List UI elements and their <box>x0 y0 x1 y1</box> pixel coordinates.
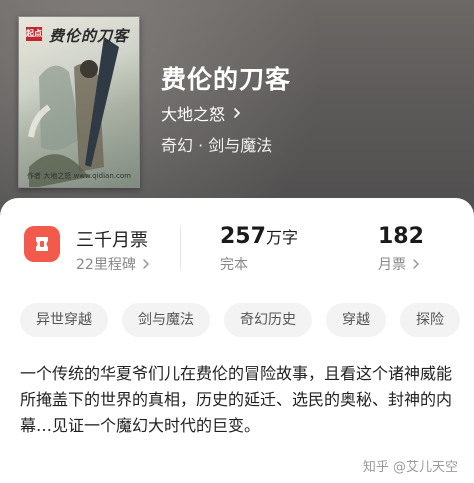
author-name: 大地之怒 <box>161 105 226 124</box>
cover-title: 费伦的刀客 <box>49 27 130 45</box>
book-header: 起点 费伦的刀客 作者 大地之怒 www.qidian.com 费伦的刀客 大地… <box>0 0 474 230</box>
chevron-right-icon <box>234 108 241 118</box>
chevron-right-icon <box>143 259 149 269</box>
book-status: 完本 <box>220 257 248 273</box>
tag-chip[interactable]: 剑与魔法 <box>122 303 210 337</box>
book-info-sheet: 三千月票 22里程碑 257万字 完本 182 月票 异世穿越 剑与魔法 奇幻历… <box>0 198 474 483</box>
chevron-right-icon <box>413 259 420 269</box>
monthly-votes-label: 三千月票 <box>76 230 148 251</box>
tag-chip[interactable]: 奇幻历史 <box>224 303 312 337</box>
author-link[interactable]: 大地之怒 <box>161 101 243 125</box>
book-title: 费伦的刀客 <box>161 65 292 94</box>
cover-seal: 起点 <box>26 27 42 41</box>
monthly-votes-count: 182 <box>378 224 424 249</box>
monthly-votes-sub: 月票 <box>378 257 406 273</box>
stats-divider <box>180 226 181 270</box>
stats-row: 三千月票 22里程碑 257万字 完本 182 月票 <box>0 222 474 282</box>
tag-chip[interactable]: 异世穿越 <box>20 303 108 337</box>
zhihu-watermark: 知乎 @艾儿天空 <box>362 460 458 475</box>
tag-chip[interactable]: 穿越 <box>326 303 386 337</box>
monthly-votes-link[interactable]: 月票 <box>378 254 422 274</box>
tag-chip[interactable]: 探险 <box>400 303 460 337</box>
milestone-label: 22里程碑 <box>76 257 136 273</box>
milestone-link[interactable]: 22里程碑 <box>76 254 152 274</box>
tag-list: 异世穿越 剑与魔法 奇幻历史 穿越 探险 <box>20 303 460 337</box>
word-count: 257万字 <box>220 224 298 249</box>
monthly-ticket-badge-icon <box>24 226 60 262</box>
book-cover[interactable]: 起点 费伦的刀客 作者 大地之怒 www.qidian.com <box>18 16 140 188</box>
book-genre[interactable]: 奇幻 · 剑与魔法 <box>161 132 272 156</box>
book-description: 一个传统的华夏爷们儿在费伦的冒险故事，且看这个诸神威能所掩盖下的世界的真相，历史… <box>20 364 453 435</box>
cover-url: 作者 大地之怒 www.qidian.com <box>27 172 131 180</box>
